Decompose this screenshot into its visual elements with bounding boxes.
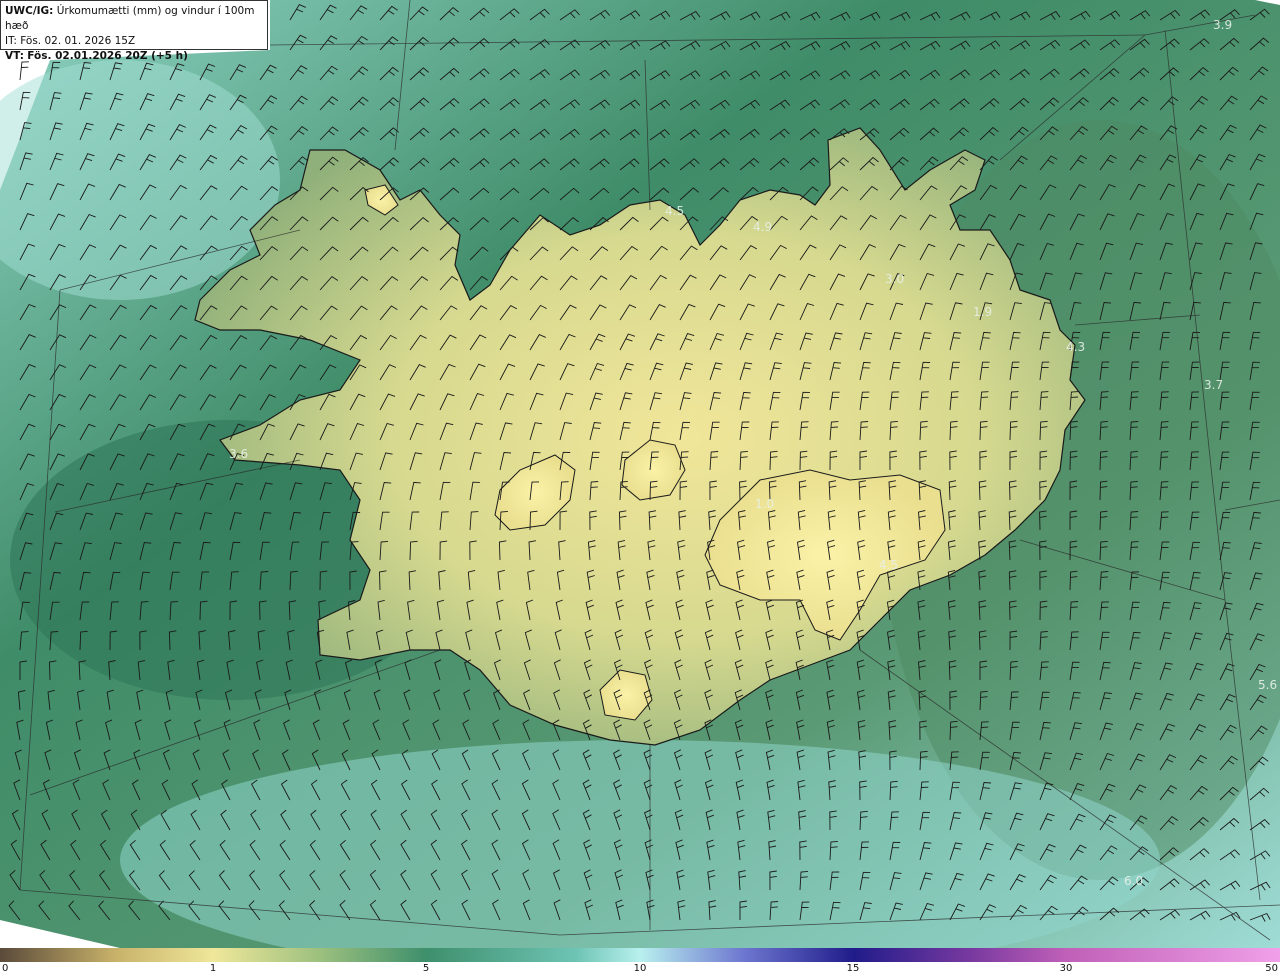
colorbar-tick: 5 — [422, 963, 430, 974]
value-label: 1.0 — [755, 497, 775, 511]
value-label: 3.9 — [1213, 18, 1233, 32]
value-label: 3.0 — [885, 272, 905, 286]
colorbar-tick: 1 — [209, 963, 217, 974]
colorbar-tick: 0 — [2, 963, 9, 974]
value-label: 4.5 — [665, 204, 685, 218]
value-label: 4.5 — [879, 558, 899, 572]
colorbar-tick: 10 — [633, 963, 647, 974]
colorbar-tick: 15 — [846, 963, 860, 974]
value-label: 1.9 — [973, 305, 993, 319]
valid-time: Fös. 02.01.2026 20Z (+5 h) — [27, 50, 188, 62]
value-label: 3.7 — [1204, 378, 1224, 392]
value-label: 5.6 — [1258, 678, 1278, 692]
init-time: IT: Fös. 02. 01. 2026 15Z — [5, 35, 136, 47]
map-title-box: UWC/IG: Úrkomumætti (mm) og vindur í 100… — [0, 0, 268, 62]
value-label: 6.0 — [1124, 874, 1144, 888]
value-label: 4.3 — [1066, 340, 1086, 354]
product-code: UWC/IG: — [5, 5, 54, 17]
value-label: 4.9 — [753, 220, 773, 234]
valid-prefix: VT: — [5, 50, 24, 62]
colorbar-ticks: 0 1 5 10 15 30 50 — [0, 962, 1280, 978]
colorbar — [0, 948, 1280, 962]
value-label: 3.6 — [229, 447, 249, 461]
colorbar-gradient — [0, 948, 1280, 962]
colorbar-tick: 30 — [1059, 963, 1073, 974]
map-canvas — [0, 0, 1280, 948]
colorbar-tick: 50 — [1265, 963, 1278, 974]
forecast-map[interactable]: UWC/IG: Úrkomumætti (mm) og vindur í 100… — [0, 0, 1280, 948]
